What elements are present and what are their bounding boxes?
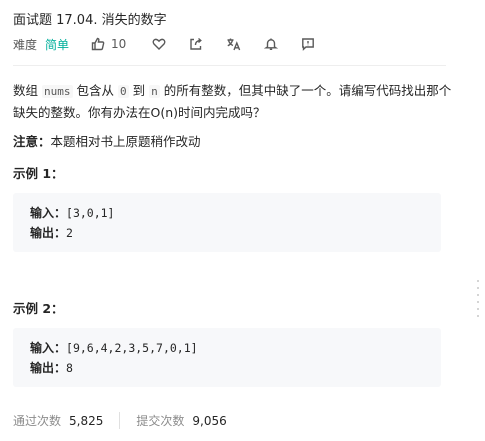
output-value: 8 [66,361,73,375]
notification-button[interactable] [264,37,279,51]
inline-code: 0 [117,85,129,98]
example-output: 输出：2 [30,224,73,241]
desc-text: 数组 [13,83,39,98]
example-block: 输入：[9,6,4,2,3,5,7,0,1] 输出：8 [13,328,441,387]
like-button[interactable]: 10 [91,37,126,51]
like-count: 10 [111,37,127,51]
note-text: 本题相对书上原题稍作改动 [50,134,201,149]
note: 注意：本题相对书上原题稍作改动 [13,131,201,150]
accepted-count: 5,825 [69,413,104,428]
panel-resize-handle[interactable] [476,280,480,326]
example-block: 输入：[3,0,1] 输出：2 [13,193,441,252]
example-input: 输入：[3,0,1] [30,204,114,221]
share-icon [189,37,203,51]
feedback-icon [301,37,315,51]
accepted-label: 通过次数 [13,414,62,428]
problem-meta-bar: 难度 简单 10 [13,36,338,52]
divider [13,65,446,66]
input-value: [3,0,1] [66,206,115,220]
input-value: [9,6,4,2,3,5,7,0,1] [66,341,198,355]
difficulty-badge: 简单 [45,37,70,52]
inline-code: n [149,85,160,98]
output-label: 输出： [30,226,67,240]
output-value: 2 [66,226,73,240]
translate-button[interactable] [226,37,241,51]
submissions-label: 提交次数 [136,414,185,428]
submissions-count: 9,056 [192,413,227,428]
difficulty-label: 难度 [13,37,38,52]
stats-divider [119,412,121,429]
inline-code: nums [42,85,73,98]
problem-description: 数组 nums 包含从 0 到 n 的所有整数，但其中缺了一个。请编写代码找出那… [13,80,453,123]
desc-text: 包含从 [76,83,114,98]
input-label: 输入： [30,206,67,220]
problem-title: 面试题 17.04. 消失的数字 [13,13,167,28]
submission-stats: 通过次数 5,825 提交次数 9,056 [13,412,227,429]
favorite-button[interactable] [152,37,166,51]
desc-text: 到 [132,83,146,98]
translate-icon [226,37,241,51]
input-label: 输入： [30,341,67,355]
example-heading: 示例 2： [13,301,64,316]
example-heading: 示例 1： [13,166,64,181]
feedback-button[interactable] [301,37,315,51]
share-button[interactable] [189,37,203,51]
heart-icon [152,37,166,51]
note-label: 注意： [13,134,51,149]
bell-icon [264,37,279,51]
example-input: 输入：[9,6,4,2,3,5,7,0,1] [30,339,198,356]
example-output: 输出：8 [30,359,73,376]
thumbs-up-icon [91,37,111,51]
output-label: 输出： [30,361,67,375]
